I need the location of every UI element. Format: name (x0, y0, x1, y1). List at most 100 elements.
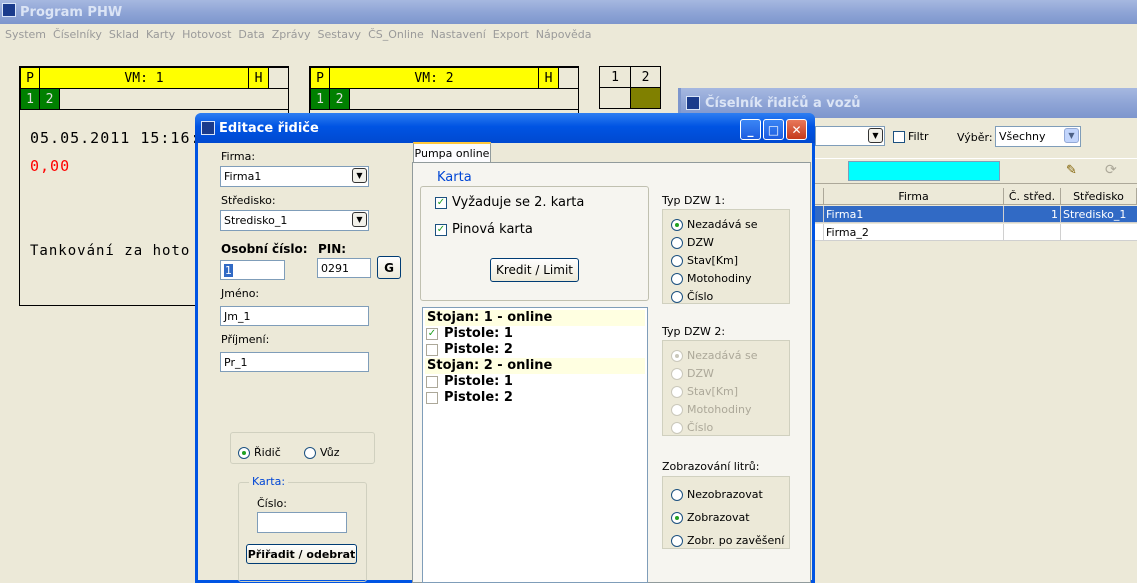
table-row[interactable]: Firma1 1 Stredisko_1 (814, 206, 1137, 223)
pistole-item[interactable]: ✓ Pistole: 1 (426, 326, 513, 341)
ciselnik-search-field[interactable] (848, 161, 1000, 181)
stojany-list[interactable]: Stojan: 1 - online ✓ Pistole: 1 Pistole:… (422, 307, 648, 583)
pump-panel-2[interactable]: P VM: 2 H 1 2 (309, 66, 579, 116)
vyzaduje-checkbox[interactable]: ✓ Vyžaduje se 2. karta (435, 195, 584, 210)
pump2-h-cell: H (538, 67, 559, 89)
pistole-label: Pistole: 1 (444, 374, 513, 389)
menu-data[interactable]: Data (238, 28, 264, 41)
g-button[interactable]: G (377, 256, 401, 279)
pump2-nozzle-1[interactable]: 1 (310, 88, 330, 110)
dzw1-option[interactable]: Číslo (671, 290, 713, 303)
pinova-checkbox[interactable]: ✓ Pinová karta (435, 222, 533, 237)
pistole-check[interactable] (426, 343, 438, 356)
grid-header-c-stred[interactable]: Č. střed. (1004, 188, 1061, 205)
vyzaduje-check-box[interactable]: ✓ (435, 196, 447, 209)
dzw1-option[interactable]: Stav[Km] (671, 254, 738, 267)
dzw1-option-label: Stav[Km] (687, 254, 739, 267)
stredisko-chevron-icon[interactable]: ▼ (352, 212, 367, 227)
cell-firma: Firma1 (824, 206, 1004, 222)
menu-nastaveni[interactable]: Nastavení (431, 28, 486, 41)
stredisko-combo[interactable]: Stredisko_1 ▼ (220, 210, 369, 231)
app-title-bar[interactable]: Program PHW (0, 0, 1137, 24)
vuz-radio[interactable]: Vůz (304, 446, 340, 459)
ridic-radio-dot[interactable] (238, 446, 250, 459)
pistole-label: Pistole: 1 (444, 326, 513, 341)
close-button[interactable]: ✕ (786, 119, 807, 140)
menu-karty[interactable]: Karty (146, 28, 175, 41)
firma-chevron-icon[interactable]: ▼ (352, 168, 367, 183)
dzw1-radio[interactable] (671, 272, 683, 285)
menu-cs-online[interactable]: ČS_Online (368, 28, 424, 41)
jmeno-field[interactable]: Jm_1 (220, 306, 369, 326)
menu-hotovost[interactable]: Hotovost (182, 28, 231, 41)
stojan-1-header: Stojan: 1 - online (425, 310, 645, 326)
tab-pumpa-online[interactable]: Pumpa online (413, 142, 491, 163)
dzw1-option[interactable]: Motohodiny (671, 272, 752, 285)
refresh-icon[interactable]: ⟳ (1105, 162, 1117, 178)
menu-napoveda[interactable]: Nápověda (536, 28, 592, 41)
ridic-radio[interactable]: Řidič (238, 446, 281, 459)
menu-zpravy[interactable]: Zprávy (272, 28, 311, 41)
dzw2-option-label: Nezadává se (687, 349, 758, 362)
editace-title: Editace řidiče (219, 120, 319, 136)
menu-system[interactable]: System (5, 28, 46, 41)
menu-sestavy[interactable]: Sestavy (318, 28, 362, 41)
dzw1-option[interactable]: Nezadává se (671, 218, 757, 231)
pistole-item[interactable]: Pistole: 2 (426, 342, 513, 357)
assign-button[interactable]: Přiřadit / odebrat (246, 544, 357, 564)
filtr-checkbox-box[interactable] (893, 130, 905, 143)
grid-header-firma[interactable]: Firma (824, 188, 1004, 205)
pinova-check-box[interactable]: ✓ (435, 223, 447, 236)
cislo-field[interactable] (257, 512, 347, 533)
vyber-select[interactable]: Všechny ▼ (995, 126, 1081, 147)
table-row[interactable]: Firma_2 (814, 224, 1137, 241)
pistole-check[interactable]: ✓ (426, 327, 438, 340)
pin-field[interactable]: 0291 (317, 258, 371, 278)
editace-window-icon (201, 121, 215, 135)
maximize-button[interactable]: □ (763, 119, 784, 140)
dzw1-radio[interactable] (671, 218, 683, 231)
editace-dialog[interactable]: Editace řidiče _ □ ✕ Firma: Firma1 ▼ Stř… (195, 113, 815, 583)
ciselnik-combo-stub[interactable]: ▼ (815, 126, 885, 146)
menu-bar: System Číselníky Sklad Karty Hotovost Da… (0, 24, 1137, 44)
grid-header-prev[interactable] (814, 188, 824, 205)
vuz-radio-dot[interactable] (304, 446, 316, 459)
dzw2-radio (671, 421, 683, 434)
vyber-chevron-icon[interactable]: ▼ (1064, 128, 1079, 143)
pump1-nozzle-2[interactable]: 2 (39, 88, 60, 110)
prijmeni-field[interactable]: Pr_1 (220, 352, 369, 372)
kredit-limit-button[interactable]: Kredit / Limit (490, 258, 579, 282)
firma-combo[interactable]: Firma1 ▼ (220, 166, 369, 187)
filtr-checkbox[interactable]: Filtr (893, 130, 928, 143)
dzw1-radio[interactable] (671, 254, 683, 267)
chevron-down-icon[interactable]: ▼ (868, 128, 883, 143)
dzw1-radio[interactable] (671, 236, 683, 249)
litru-radio[interactable] (671, 488, 683, 501)
dzw1-radio[interactable] (671, 290, 683, 303)
minimize-button[interactable]: _ (740, 119, 761, 140)
dzw1-option[interactable]: DZW (671, 236, 714, 249)
pistole-item[interactable]: Pistole: 1 (426, 374, 513, 389)
pump1-nozzle-1[interactable]: 1 (20, 88, 40, 110)
pump1-message: Tankování za hoto (30, 243, 191, 259)
litru-option[interactable]: Zobrazovat (671, 511, 750, 524)
pistole-check[interactable] (426, 391, 438, 404)
pistole-check[interactable] (426, 375, 438, 388)
pistole-item[interactable]: Pistole: 2 (426, 390, 513, 405)
menu-sklad[interactable]: Sklad (109, 28, 139, 41)
pump2-vm-cell: VM: 2 (329, 67, 539, 89)
litru-radio[interactable] (671, 511, 683, 524)
menu-export[interactable]: Export (493, 28, 529, 41)
menu-ciselniky[interactable]: Číselníky (53, 28, 102, 41)
grid-header-stredisko[interactable]: Středisko (1061, 188, 1137, 205)
pump1-extra-cell (268, 67, 289, 89)
litru-radio[interactable] (671, 534, 683, 547)
litru-option[interactable]: Zobr. po zavěšení (671, 534, 784, 547)
editace-title-bar[interactable]: Editace řidiče _ □ ✕ (195, 113, 815, 143)
osobni-cislo-field[interactable]: 1 (220, 260, 285, 280)
pump1-p-cell: P (20, 67, 40, 89)
pump2-nozzle-2[interactable]: 2 (329, 88, 350, 110)
edit-icon[interactable]: ✎ (1066, 163, 1077, 178)
mini-pump-panel[interactable]: 1 2 (599, 66, 661, 116)
litru-option[interactable]: Nezobrazovat (671, 488, 763, 501)
